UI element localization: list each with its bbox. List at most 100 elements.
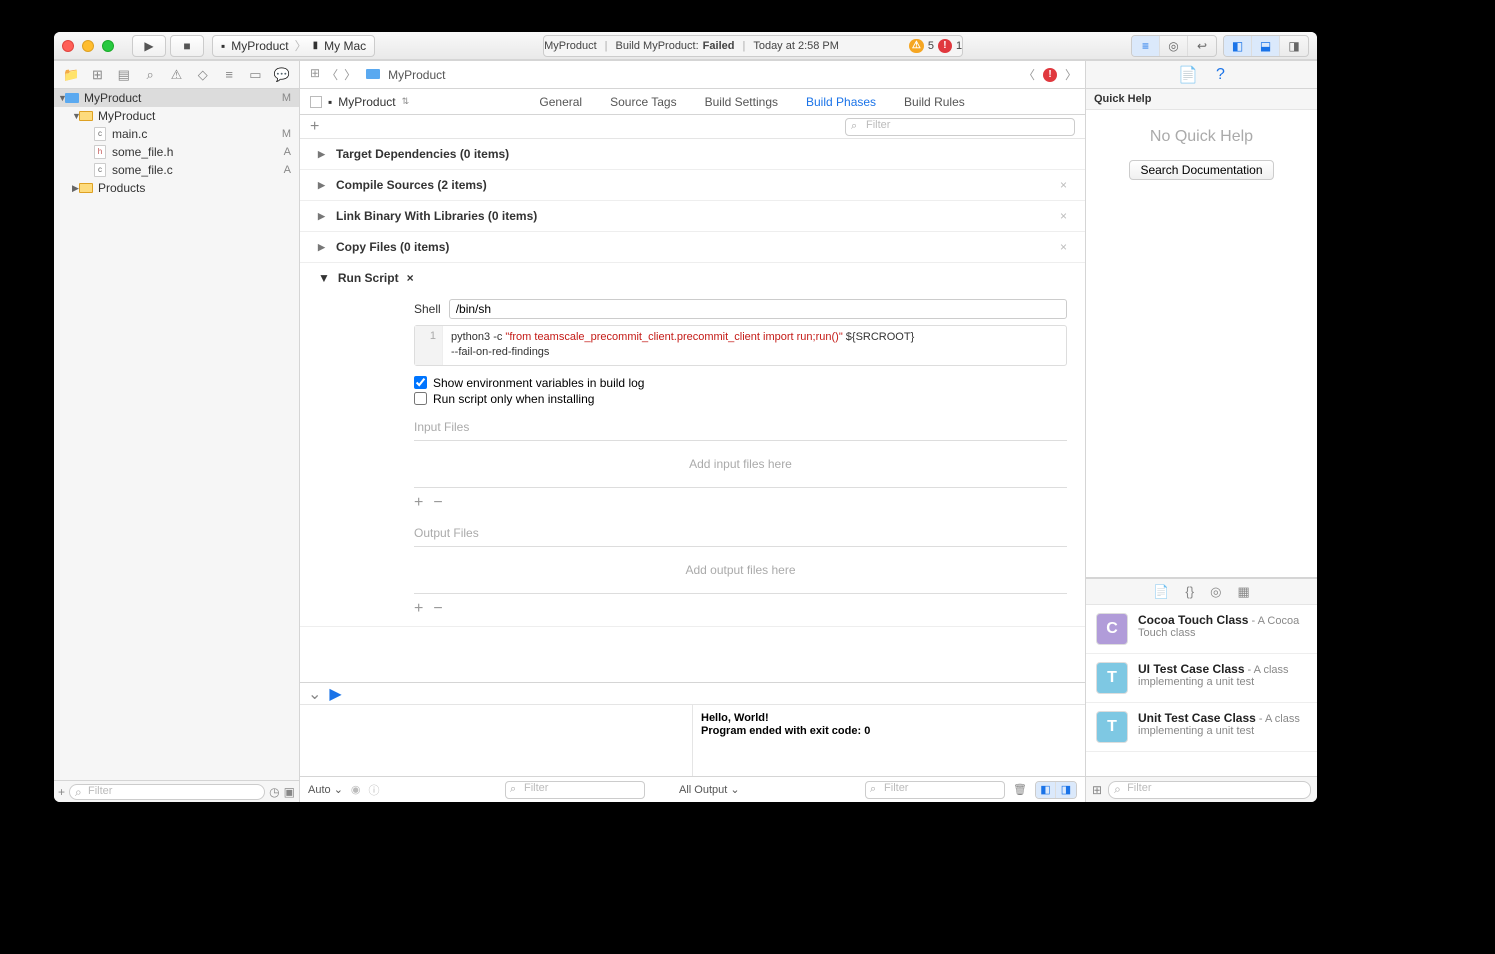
tree-group-row[interactable]: ▼ MyProduct [54,107,299,125]
scheme-selector[interactable]: ▪ MyProduct 〉 ▮ My Mac [212,35,375,57]
crumb-item[interactable]: MyProduct [388,68,445,82]
device-icon: ▮ [313,40,319,51]
install-only-label: Run script only when installing [433,392,594,406]
clear-console-icon[interactable]: 🗑 [1013,783,1027,796]
search-documentation-button[interactable]: Search Documentation [1129,160,1273,180]
script-editor[interactable]: 1 python3 -c "from teamscale_precommit_c… [414,325,1067,366]
shell-path-input[interactable] [449,299,1067,319]
test-navigator-icon[interactable]: ◇ [193,65,213,85]
show-env-checkbox[interactable] [414,376,427,389]
media-library-icon[interactable]: ▦ [1237,584,1249,600]
quick-help-inspector-icon[interactable]: ? [1216,66,1225,84]
input-files-dropzone[interactable]: Add input files here [414,440,1067,488]
symbol-navigator-icon[interactable]: ▤ [114,65,134,85]
console-filter-input[interactable]: Filter [865,781,1005,799]
show-variables-button[interactable]: ◧ [1036,782,1056,798]
quicklook-icon[interactable]: ◉ [351,783,361,796]
phase-compile-sources[interactable]: ▶Compile Sources (2 items)× [300,170,1085,201]
tab-build-settings[interactable]: Build Settings [705,95,778,109]
file-template-library-icon[interactable]: 📄 [1153,584,1169,600]
tab-build-rules[interactable]: Build Rules [904,95,965,109]
phase-copy-files[interactable]: ▶Copy Files (0 items)× [300,232,1085,263]
library-item[interactable]: T UI Test Case Class - A class implement… [1086,654,1317,703]
assistant-editor-button[interactable]: ◎ [1160,36,1188,56]
remove-phase-button[interactable]: × [1060,178,1067,192]
toggle-navigator-button[interactable]: ◧ [1224,36,1252,56]
prev-issue-icon[interactable]: 〈 [1023,66,1035,83]
output-scope-selector[interactable]: All Output ⌄ [679,783,740,796]
tab-build-phases[interactable]: Build Phases [806,95,876,109]
tree-file-row[interactable]: c some_file.c A [54,161,299,179]
variables-view[interactable] [300,705,693,776]
print-icon[interactable]: ⓘ [369,782,380,798]
tree-project-row[interactable]: ▼ MyProduct M [54,89,299,107]
go-forward-icon[interactable]: 〉 [342,66,358,83]
issue-navigator-icon[interactable]: ⚠ [166,65,186,85]
project-navigator-icon[interactable]: 📁 [61,65,81,85]
toggle-inspector-button[interactable]: ◨ [1280,36,1308,56]
variables-scope-selector[interactable]: Auto ⌄ [308,783,343,796]
phase-filter-input[interactable]: Filter [845,118,1075,136]
target-selector[interactable]: ▪ MyProduct ⇅ [300,95,419,109]
code-snippet-library-icon[interactable]: {} [1185,584,1194,599]
related-items-icon[interactable]: ⊞ [308,66,322,83]
remove-output-file-button[interactable]: − [433,600,442,618]
library-grid-icon[interactable]: ⊞ [1092,783,1102,797]
navigator-filter-input[interactable]: Filter [69,784,265,800]
inspector-panel: 📄 ? Quick Help No Quick Help Search Docu… [1085,61,1317,802]
phase-run-script-header[interactable]: ▼Run Script× [318,271,1067,285]
console-output[interactable]: Hello, World! Program ended with exit co… [693,705,1085,776]
library-item[interactable]: C Cocoa Touch Class - A Cocoa Touch clas… [1086,605,1317,654]
remove-phase-button[interactable]: × [1060,209,1067,223]
install-only-checkbox[interactable] [414,392,427,405]
tree-file-row[interactable]: h some_file.h A [54,143,299,161]
phase-link-binary[interactable]: ▶Link Binary With Libraries (0 items)× [300,201,1085,232]
activity-view[interactable]: MyProduct | Build MyProduct: Failed | To… [543,35,963,57]
debug-bottom-bar: Auto ⌄ ◉ ⓘ Filter All Output ⌄ Filter 🗑 … [300,776,1085,802]
breakpoint-navigator-icon[interactable]: ▭ [245,65,265,85]
output-files-dropzone[interactable]: Add output files here [414,546,1067,594]
target-editor-tabs: ▪ MyProduct ⇅ General Source Tags Build … [300,89,1085,115]
toggle-debug-button[interactable]: ⬓ [1252,36,1280,56]
tab-general[interactable]: General [539,95,582,109]
debug-navigator-icon[interactable]: ≡ [219,65,239,85]
next-issue-icon[interactable]: 〉 [1065,66,1077,83]
go-back-icon[interactable]: 〈 [324,66,340,83]
continue-icon[interactable]: ▶ [329,684,341,704]
phase-target-dependencies[interactable]: ▶Target Dependencies (0 items) [300,139,1085,170]
add-button[interactable]: + [58,785,65,799]
add-output-file-button[interactable]: + [414,600,423,618]
jump-bar: ⊞ 〈 〉 MyProduct 〈 ! 〉 [300,61,1085,89]
close-window-button[interactable] [62,40,74,52]
report-navigator-icon[interactable]: 💬 [272,65,292,85]
minimize-window-button[interactable] [82,40,94,52]
zoom-window-button[interactable] [102,40,114,52]
library-list[interactable]: C Cocoa Touch Class - A Cocoa Touch clas… [1086,604,1317,776]
run-button[interactable]: ▶ [132,35,166,57]
tab-source-tags[interactable]: Source Tags [610,95,677,109]
toggle-breakpoints-icon[interactable]: ⌄ [308,684,321,704]
version-editor-button[interactable]: ↩ [1188,36,1216,56]
scm-filter-icon[interactable]: ▣ [284,785,295,799]
variables-filter-input[interactable]: Filter [505,781,645,799]
add-phase-button[interactable]: + [310,118,319,136]
tree-products-row[interactable]: ▶ Products [54,179,299,197]
file-inspector-icon[interactable]: 📄 [1178,65,1198,85]
status-time: Today at 2:58 PM [753,40,839,52]
remove-phase-button[interactable]: × [1060,240,1067,254]
tree-file-row[interactable]: c main.c M [54,125,299,143]
object-library-icon[interactable]: ◎ [1210,584,1221,600]
remove-input-file-button[interactable]: − [433,494,442,512]
remove-phase-button[interactable]: × [407,271,414,285]
standard-editor-button[interactable]: ≡ [1132,36,1160,56]
source-control-navigator-icon[interactable]: ⊞ [87,65,107,85]
show-console-button[interactable]: ◨ [1056,782,1076,798]
play-icon: ▶ [144,39,153,53]
find-navigator-icon[interactable]: ⌕ [140,65,160,85]
library-filter-input[interactable]: Filter [1108,781,1311,799]
recent-filter-icon[interactable]: ◷ [269,785,279,799]
quick-help-heading: Quick Help [1086,89,1317,109]
add-input-file-button[interactable]: + [414,494,423,512]
stop-button[interactable]: ■ [170,35,204,57]
library-item[interactable]: T Unit Test Case Class - A class impleme… [1086,703,1317,752]
